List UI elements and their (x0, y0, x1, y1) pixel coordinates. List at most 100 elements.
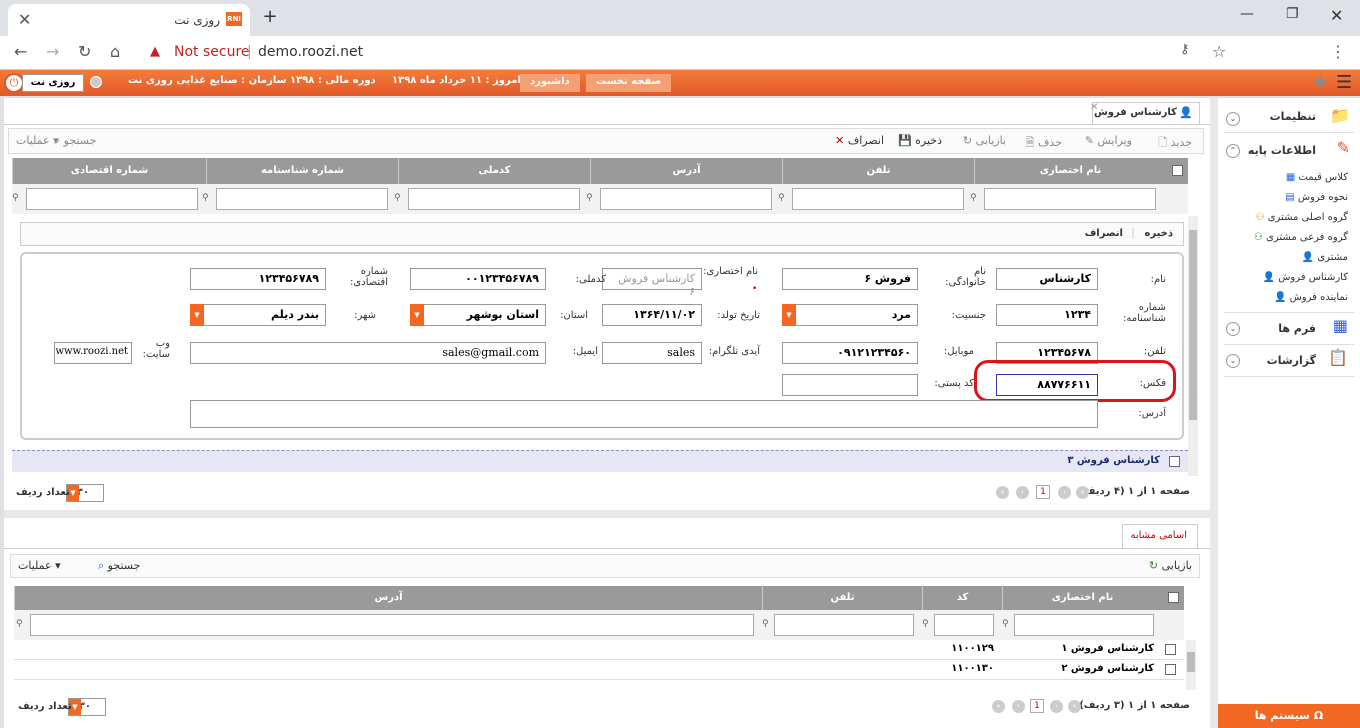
browser-tab[interactable]: RNI روزی نت ✕ (8, 4, 250, 36)
first-page-icon[interactable]: « (1068, 700, 1081, 713)
similar-ops-button[interactable]: ▾ عملیات (18, 559, 61, 572)
address-input[interactable] (190, 400, 1098, 428)
menu-dots-icon[interactable]: ⋮ (1330, 42, 1346, 61)
tab-similar-names[interactable]: اسامی مشابه (1122, 524, 1198, 548)
mobile-input[interactable]: ۰۹۱۲۱۲۳۴۵۶۰ (782, 342, 918, 364)
national-code-input[interactable]: ۰۰۱۲۳۴۵۶۷۸۹ (410, 268, 546, 290)
forward-icon[interactable]: → (46, 42, 59, 61)
reload-icon[interactable]: ↻ (78, 42, 91, 61)
similar-search-button[interactable]: جستجو ⌕ (98, 559, 140, 573)
filter-icon[interactable]: ⚲ (16, 619, 23, 629)
sidebar-item-price-class[interactable]: کلاس قیمت ▦ (1286, 172, 1348, 183)
rows-per-page-select[interactable]: ۳۰ ▼ (66, 484, 104, 502)
col-short-name[interactable]: نام اختصاری (1002, 586, 1162, 610)
sidebar-item-main-group[interactable]: گروه اصلی مشتری ⚇ (1256, 212, 1348, 223)
col-short-name[interactable]: نام اختصاری (974, 158, 1166, 184)
filter-icon[interactable]: ⚲ (1002, 619, 1009, 629)
chevron-down-icon[interactable]: ▼ (410, 304, 424, 326)
chevron-down-icon[interactable]: ⌄ (1226, 112, 1240, 126)
form-cancel-button[interactable]: انصراف (1085, 228, 1123, 239)
select-all-checkbox[interactable] (1168, 592, 1179, 603)
filter-economic-no[interactable] (26, 188, 198, 210)
next-page-icon[interactable]: › (1012, 700, 1025, 713)
sidebar-item-sales-expert[interactable]: کارشناس فروش 👤 (1263, 272, 1348, 283)
last-name-input[interactable]: فروش ۶ (782, 268, 918, 290)
ops-button[interactable]: ▾ عملیات (16, 134, 59, 147)
filter-icon[interactable]: ⚲ (586, 193, 593, 203)
tab-dashboard[interactable]: داشبورد (520, 74, 580, 92)
grid-scrollbar[interactable] (1188, 216, 1198, 476)
col-economic-no[interactable]: شماره اقتصادی (12, 158, 206, 184)
sidebar-item-sale-method[interactable]: نحوه فروش ▤ (1285, 192, 1348, 203)
chevron-up-icon[interactable]: ⌃ (1226, 144, 1240, 158)
restore-icon[interactable]: ❐ (1286, 6, 1299, 22)
telegram-input[interactable]: sales (602, 342, 702, 364)
row-checkbox[interactable] (1165, 664, 1176, 675)
table-row[interactable]: کارشناس فروش ۲ ۱۱۰۰۱۳۰ (14, 660, 1184, 680)
chevron-down-icon[interactable]: ⌄ (1226, 354, 1240, 368)
filter-icon[interactable]: ⚲ (970, 193, 977, 203)
website-input[interactable]: www.roozi.net (54, 342, 132, 364)
birth-input[interactable]: ۱۳۶۴/۱۱/۰۲ (602, 304, 702, 326)
next-page-icon[interactable]: › (1016, 486, 1029, 499)
filter-phone[interactable] (792, 188, 964, 210)
key-icon[interactable]: ⚷ (1180, 42, 1190, 57)
power-icon[interactable]: ⏻ (4, 73, 24, 93)
url-field[interactable]: demo.roozi.net (258, 44, 363, 60)
col-address[interactable]: آدرس (14, 586, 762, 610)
page-number[interactable]: 1 (1030, 699, 1044, 713)
filter-national-code[interactable] (408, 188, 580, 210)
similar-reload-button[interactable]: بازیابی ↻ (1149, 559, 1192, 572)
filter-code[interactable] (934, 614, 994, 636)
first-page-icon[interactable]: « (1076, 486, 1089, 499)
new-tab-icon[interactable]: + (260, 8, 280, 28)
chevron-down-icon[interactable]: ▼ (190, 304, 204, 326)
col-address[interactable]: آدرس (590, 158, 782, 184)
id-no-input[interactable]: ۱۲۳۴ (996, 304, 1098, 326)
new-button[interactable]: جدید 🗋 (1158, 134, 1192, 153)
filter-icon[interactable]: ⚲ (394, 193, 401, 203)
prev-page-icon[interactable]: ‹ (1050, 700, 1063, 713)
minimize-icon[interactable]: — (1240, 6, 1254, 22)
city-select[interactable]: بندر دیلم (190, 304, 326, 326)
col-national-code[interactable]: کدملی (398, 158, 590, 184)
filter-address[interactable] (600, 188, 772, 210)
col-phone[interactable]: تلفن (762, 586, 922, 610)
row-checkbox[interactable] (1165, 644, 1176, 655)
chevron-down-icon[interactable]: ▼ (782, 304, 796, 326)
close-page-tab-icon[interactable]: ✕ (1090, 102, 1098, 113)
sidebar-reports[interactable]: گزارشات (1267, 354, 1316, 367)
edit-button[interactable]: ویرایش ✎ (1085, 134, 1132, 147)
col-phone[interactable]: تلفن (782, 158, 974, 184)
favorite-star-icon[interactable]: ★ (1312, 72, 1328, 93)
economic-no-input[interactable]: ۱۲۳۴۵۶۷۸۹ (190, 268, 326, 290)
chevron-down-icon[interactable]: ⌄ (1226, 322, 1240, 336)
sidebar-forms[interactable]: فرم ها (1278, 322, 1316, 335)
systems-button[interactable]: سیستم ها Ω (1218, 704, 1360, 728)
select-all-checkbox[interactable] (1172, 165, 1183, 176)
sidebar-settings[interactable]: تنظیمات (1270, 110, 1316, 123)
filter-icon[interactable]: ⚲ (922, 619, 929, 629)
prev-page-icon[interactable]: ‹ (1058, 486, 1071, 499)
similar-scrollbar[interactable] (1186, 640, 1196, 690)
form-save-button[interactable]: ذخیره (1144, 228, 1173, 239)
bookmark-star-icon[interactable]: ☆ (1212, 42, 1226, 61)
scroll-thumb[interactable] (1189, 230, 1197, 420)
gender-select[interactable]: مرد (782, 304, 918, 326)
tab-sales-expert[interactable]: کارشناس فروش 👤 (1092, 102, 1200, 124)
filter-icon[interactable]: ⚲ (202, 193, 209, 203)
sidebar-basic-info[interactable]: اطلاعات پایه (1248, 144, 1316, 157)
back-icon[interactable]: ← (14, 42, 27, 61)
col-code[interactable]: کد (922, 586, 1002, 610)
table-row[interactable]: کارشناس فروش ۳ (12, 450, 1188, 472)
not-secure-label[interactable]: Not secure (174, 44, 250, 60)
close-tab-icon[interactable]: ✕ (18, 10, 31, 29)
splitter[interactable] (4, 510, 1210, 518)
close-window-icon[interactable]: ✕ (1330, 6, 1343, 25)
brand-button[interactable]: روزی نت (22, 74, 84, 92)
filter-address[interactable] (30, 614, 754, 636)
postal-input[interactable] (782, 374, 918, 396)
sidebar-splitter[interactable] (1210, 98, 1218, 728)
home-icon[interactable]: ⌂ (110, 42, 120, 61)
cancel-button[interactable]: انصراف ✕ (835, 134, 884, 147)
